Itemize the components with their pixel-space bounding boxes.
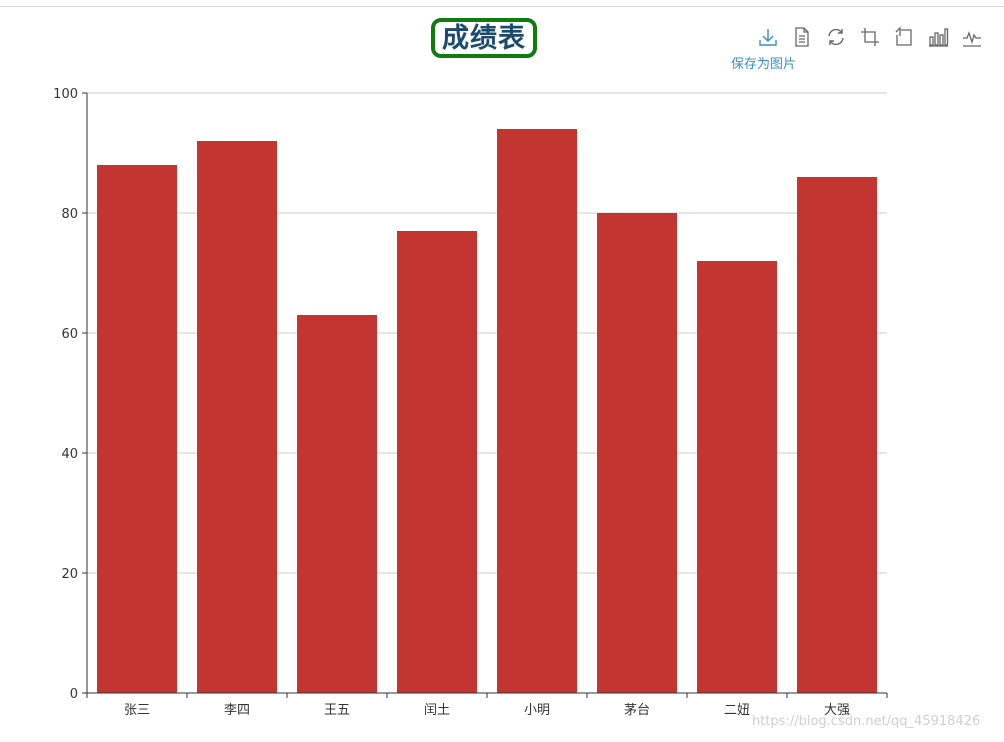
bar-李四 bbox=[197, 141, 277, 693]
bar-闰土 bbox=[397, 231, 477, 693]
bar-二妞 bbox=[697, 261, 777, 693]
bar-王五 bbox=[297, 315, 377, 693]
y-tick-label: 40 bbox=[61, 447, 78, 462]
x-tick-label: 闰土 bbox=[424, 703, 450, 718]
bar-大强 bbox=[797, 177, 877, 693]
y-tick-label: 80 bbox=[61, 207, 78, 222]
x-tick-label: 小明 bbox=[524, 703, 550, 718]
x-tick-label: 茅台 bbox=[624, 703, 650, 718]
bar-小明 bbox=[497, 129, 577, 693]
y-tick-label: 60 bbox=[61, 327, 78, 342]
y-tick-label: 20 bbox=[61, 567, 78, 582]
y-tick-label: 0 bbox=[70, 687, 78, 702]
x-tick-label: 张三 bbox=[124, 703, 150, 718]
watermark-url: https://blog.csdn.net/qq_45918426 bbox=[752, 714, 981, 729]
x-tick-label: 李四 bbox=[224, 703, 250, 718]
x-tick-label: 王五 bbox=[324, 703, 350, 718]
bar-张三 bbox=[97, 165, 177, 693]
x-tick-label: 二妞 bbox=[724, 703, 750, 718]
y-tick-label: 100 bbox=[53, 87, 78, 102]
bar-茅台 bbox=[597, 213, 677, 693]
bar-chart: 020406080100张三 李四 王五 闰土 小明 茅台 二妞 大强 bbox=[53, 87, 888, 718]
bars bbox=[97, 129, 877, 693]
